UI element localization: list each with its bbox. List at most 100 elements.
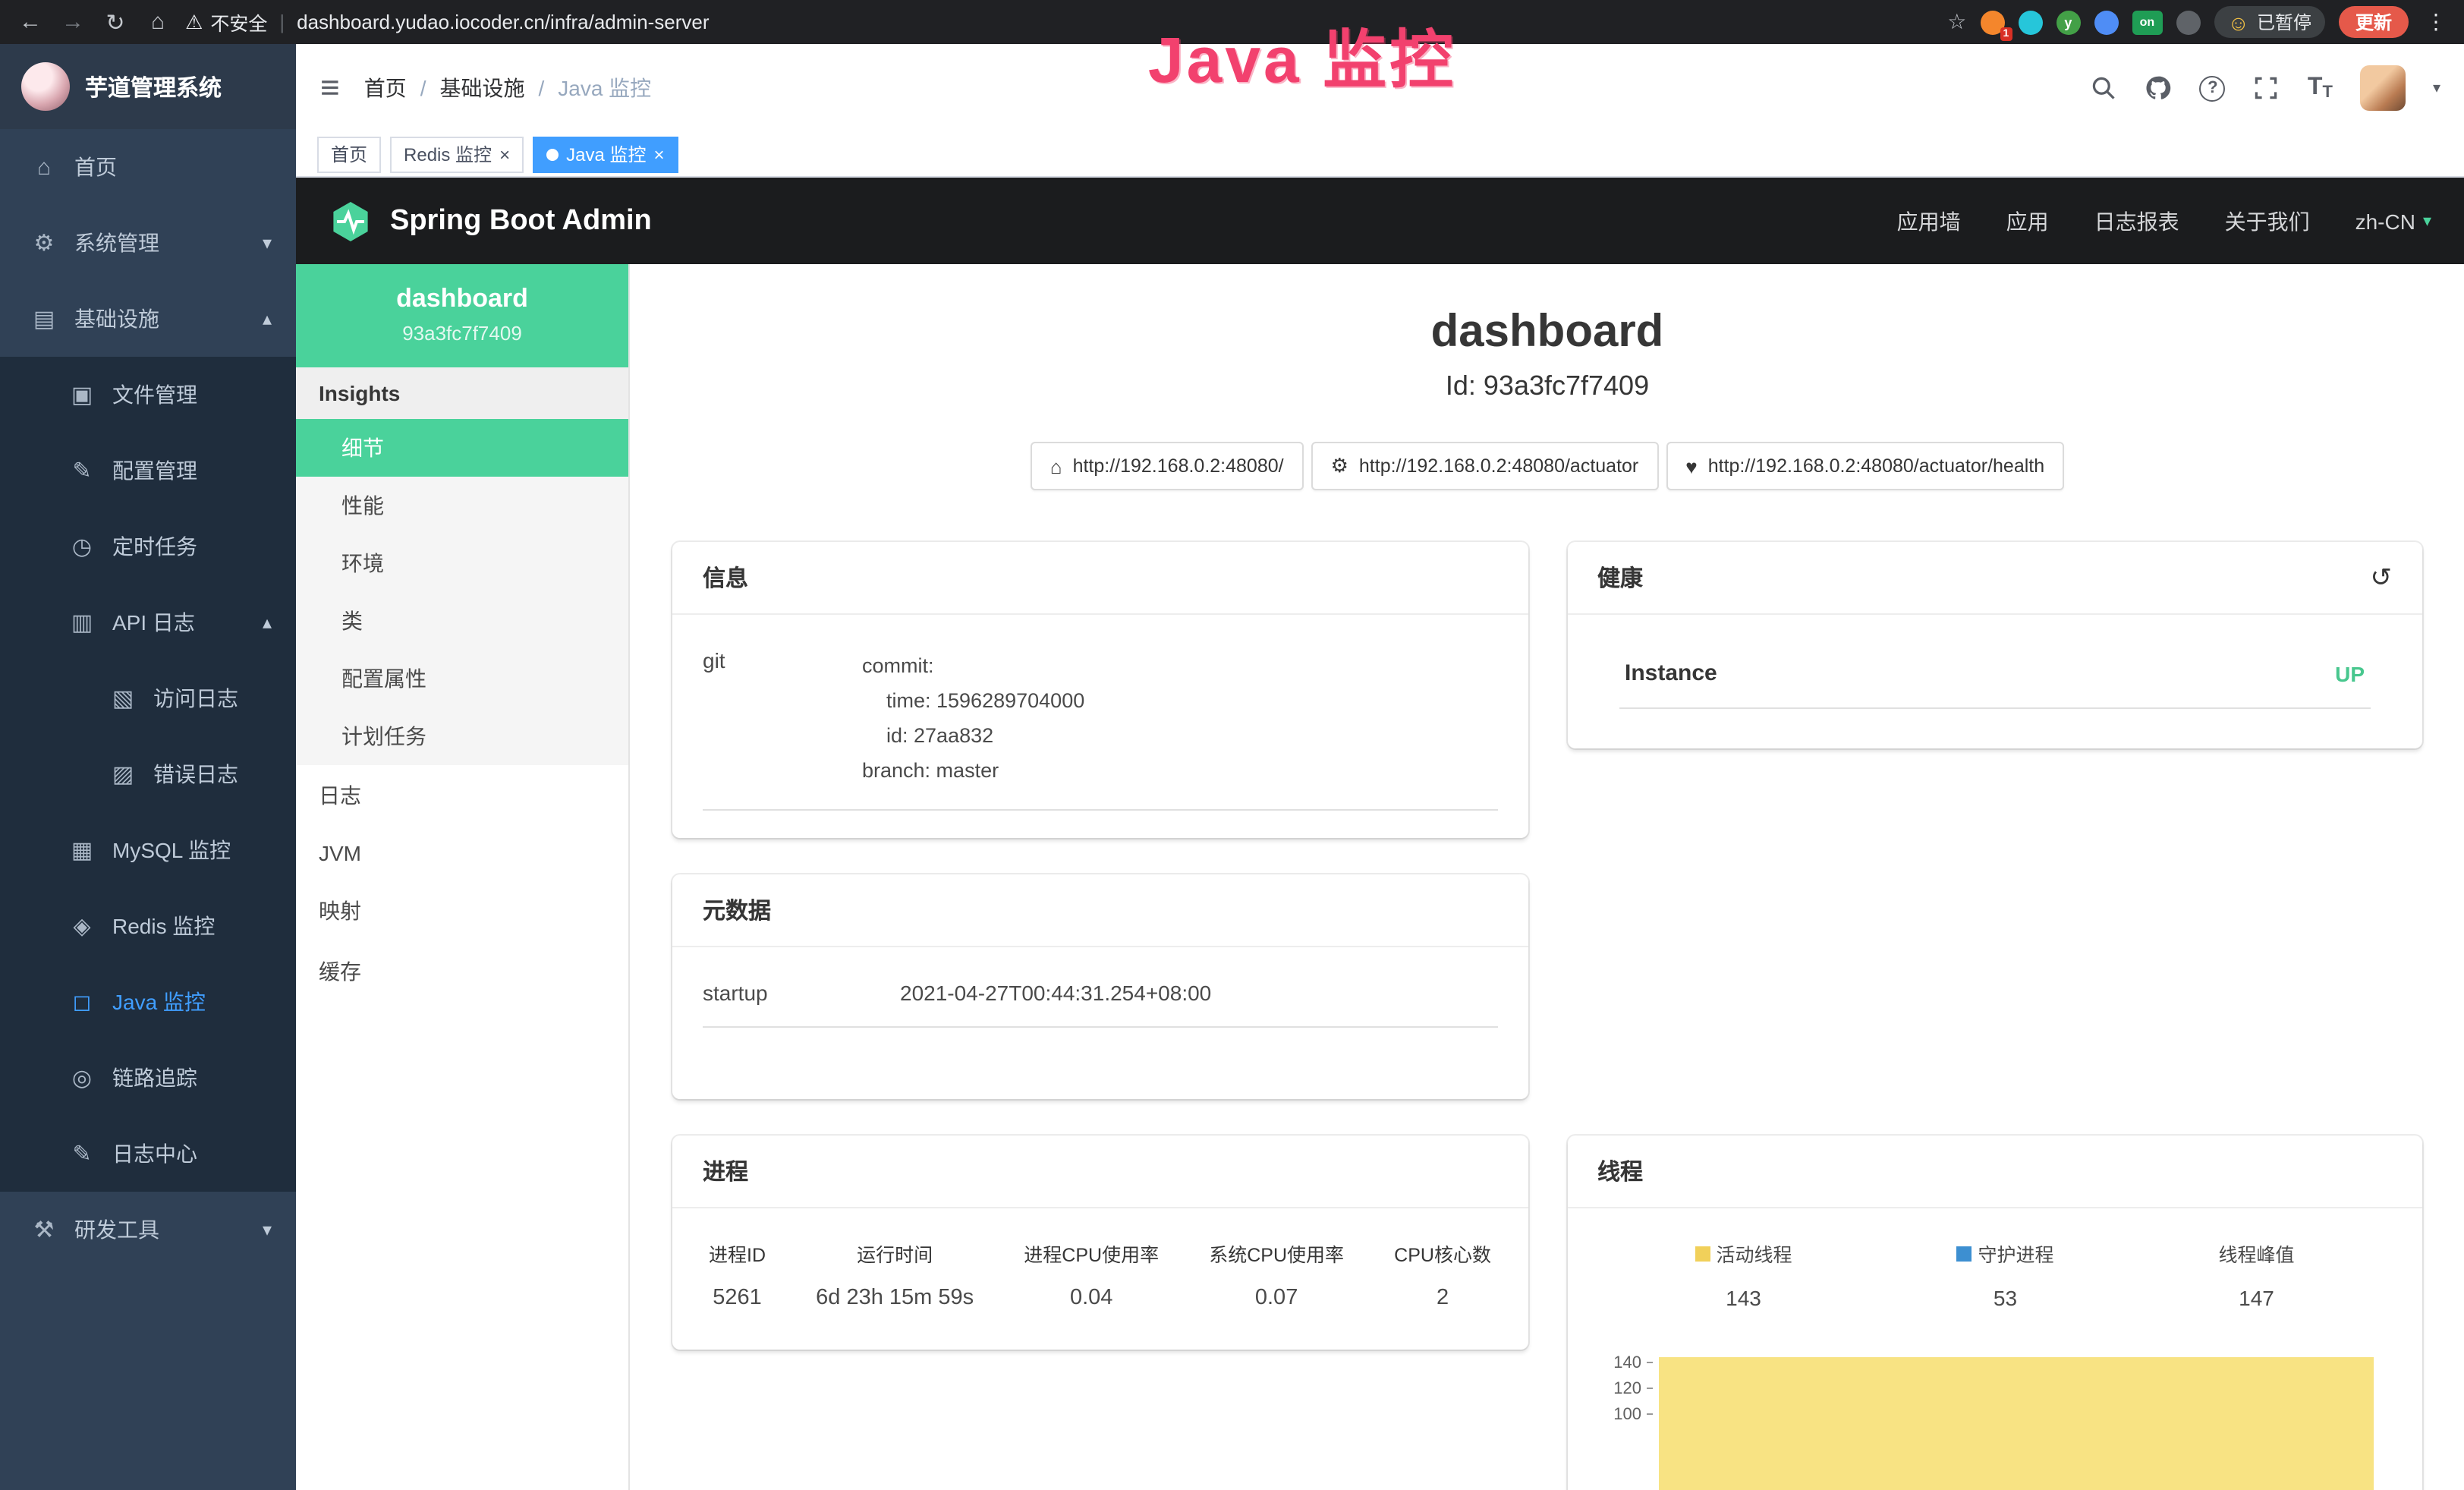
forward-icon[interactable]: → <box>58 9 88 35</box>
sidebar-item-api-log[interactable]: ▥ API 日志 ▴ <box>0 584 296 660</box>
insights-group: 细节 性能 环境 类 配置属性 计划任务 <box>296 419 628 765</box>
column-value: 2 <box>1394 1286 1491 1310</box>
sidebar-item-java-monitor[interactable]: ◻ Java 监控 <box>0 964 296 1040</box>
sba-nav-applications[interactable]: 应用 <box>2006 206 2049 236</box>
sba-language-select[interactable]: zh-CN ▾ <box>2355 209 2431 233</box>
update-button[interactable]: 更新 <box>2339 6 2409 38</box>
chart-plot-area <box>1658 1350 2392 1427</box>
breadcrumb: 首页 / 基础设施 / Java 监控 <box>364 73 652 103</box>
breadcrumb-home[interactable]: 首页 <box>364 73 407 103</box>
fullscreen-icon[interactable] <box>2253 74 2280 102</box>
service-url-button[interactable]: ⌂ http://192.168.0.2:48080/ <box>1031 442 1304 490</box>
sba-nav-about[interactable]: 关于我们 <box>2225 206 2310 236</box>
sidebar-item-label: 链路追踪 <box>112 1063 197 1093</box>
extension-blue-icon[interactable] <box>2094 10 2118 34</box>
security-chip[interactable]: ⚠ 不安全 <box>185 8 267 36</box>
sidebar-item-jobs[interactable]: ◷ 定时任务 <box>0 509 296 584</box>
address-bar[interactable]: dashboard.yudao.iocoder.cn/infra/admin-s… <box>297 11 1935 33</box>
heart-icon: ♥ <box>1685 455 1697 477</box>
pencil-icon: ✎ <box>68 1140 96 1167</box>
metadata-card: 元数据 startup 2021-04-27T00:44:31.254+08:0… <box>672 874 1528 1099</box>
sidebar-item-infra[interactable]: ▤ 基础设施 ▴ <box>0 281 296 357</box>
sidebar-item-redis[interactable]: ◈ Redis 监控 <box>0 888 296 964</box>
back-icon[interactable]: ← <box>15 9 46 35</box>
sba-menu-jvm[interactable]: JVM <box>296 826 628 880</box>
redis-icon: ◈ <box>68 912 96 940</box>
extension-orange-icon[interactable]: 1 <box>1980 10 2004 34</box>
health-url: http://192.168.0.2:48080/actuator/health <box>1708 455 2044 477</box>
sidebar-item-mysql[interactable]: ▦ MySQL 监控 <box>0 812 296 888</box>
health-card-title: 健康 <box>1597 562 1643 594</box>
sidebar-menu: ⌂ 首页 ⚙ 系统管理 ▾ ▤ 基础设施 ▴ ▣ 文件管理 <box>0 129 296 1268</box>
chrome-menu-icon[interactable]: ⋮ <box>2422 9 2450 35</box>
extension-on-icon[interactable]: on <box>2132 10 2162 34</box>
wrench-icon: ⚙ <box>1331 454 1348 478</box>
bookmark-star-icon[interactable]: ☆ <box>1947 9 1966 35</box>
sba-menu-classes[interactable]: 类 <box>296 592 628 650</box>
process-col-pid: 进程ID 5261 <box>709 1239 766 1310</box>
font-size-icon[interactable]: TT <box>2308 74 2333 102</box>
home-icon[interactable]: ⌂ <box>143 9 173 35</box>
instance-header[interactable]: dashboard 93a3fc7f7409 <box>296 264 628 367</box>
chevron-up-icon: ▴ <box>263 612 272 633</box>
sba-menu-caches[interactable]: 缓存 <box>296 941 628 1002</box>
legend-blue-swatch <box>1956 1246 1972 1261</box>
sba-logo-link[interactable]: Spring Boot Admin <box>329 200 652 242</box>
sba-menu-scheduled[interactable]: 计划任务 <box>296 707 628 765</box>
sba-nav: 应用墙 应用 日志报表 关于我们 zh-CN ▾ <box>1897 206 2431 236</box>
sba-menu-configprops[interactable]: 配置属性 <box>296 650 628 707</box>
sidebar-item-config[interactable]: ✎ 配置管理 <box>0 433 296 509</box>
column-value: 0.07 <box>1209 1286 1344 1310</box>
process-table: 进程ID 5261 运行时间 6d 23h 15m 59s <box>703 1236 1497 1322</box>
status-badge: UP <box>2335 661 2365 685</box>
sba-menu-details[interactable]: 细节 <box>296 419 628 477</box>
sba-nav-wallboard[interactable]: 应用墙 <box>1897 206 1961 236</box>
history-icon[interactable]: ↺ <box>2371 562 2393 593</box>
sidebar-item-trace[interactable]: ◎ 链路追踪 <box>0 1040 296 1116</box>
process-col-cpu: 进程CPU使用率 0.04 <box>1024 1239 1159 1310</box>
sidebar-item-label: 配置管理 <box>112 455 197 486</box>
actuator-url-button[interactable]: ⚙ http://192.168.0.2:48080/actuator <box>1311 442 1659 490</box>
reload-icon[interactable]: ↻ <box>100 8 131 36</box>
instance-name: dashboard <box>296 284 628 314</box>
sba-menu-environment[interactable]: 环境 <box>296 534 628 592</box>
close-icon[interactable]: × <box>653 145 664 163</box>
health-url-button[interactable]: ♥ http://192.168.0.2:48080/actuator/heal… <box>1666 442 2064 490</box>
extension-green-icon[interactable]: y <box>2056 10 2080 34</box>
sidebar-item-error-log[interactable]: ▨ 错误日志 <box>0 736 296 812</box>
tab-redis-monitor[interactable]: Redis 监控 × <box>390 136 524 172</box>
column-header: 系统CPU使用率 <box>1209 1239 1344 1268</box>
github-icon[interactable] <box>2145 74 2173 102</box>
sidebar-item-log-center[interactable]: ✎ 日志中心 <box>0 1116 296 1192</box>
avatar-caret-icon[interactable]: ▾ <box>2433 80 2440 96</box>
sba-menu-metrics[interactable]: 性能 <box>296 477 628 534</box>
extension-dark-icon[interactable] <box>2176 10 2200 34</box>
search-icon[interactable] <box>2091 74 2118 102</box>
logo[interactable]: 芋道管理系统 <box>0 44 296 129</box>
sidebar-item-home[interactable]: ⌂ 首页 <box>0 129 296 205</box>
breadcrumb-infra[interactable]: 基础设施 <box>439 73 524 103</box>
page-instance-id: Id: 93a3fc7f7409 <box>672 370 2422 402</box>
tab-java-monitor[interactable]: Java 监控 × <box>533 136 678 172</box>
hamburger-icon[interactable]: ≡ <box>320 68 340 108</box>
sidebar-item-label: 定时任务 <box>112 531 197 562</box>
instance-id: 93a3fc7f7409 <box>296 322 628 345</box>
sidebar-item-devtools[interactable]: ⚒ 研发工具 ▾ <box>0 1192 296 1268</box>
metadata-startup-row: startup 2021-04-27T00:44:31.254+08:00 <box>703 975 1497 1028</box>
database-icon: ▦ <box>68 836 96 864</box>
legend-live-threads: 活动线程 143 <box>1695 1239 1792 1310</box>
help-icon[interactable]: ? <box>2200 75 2226 101</box>
sidebar-item-access-log[interactable]: ▧ 访问日志 <box>0 660 296 736</box>
close-icon[interactable]: × <box>499 145 510 163</box>
extension-teal-icon[interactable] <box>2018 10 2042 34</box>
user-avatar[interactable] <box>2360 65 2406 111</box>
sidebar-item-label: 系统管理 <box>74 228 159 258</box>
sba-menu-mappings[interactable]: 映射 <box>296 880 628 941</box>
sidebar-item-files[interactable]: ▣ 文件管理 <box>0 357 296 433</box>
paused-badge[interactable]: ☺ 已暂停 <box>2214 6 2325 38</box>
tab-home[interactable]: 首页 <box>317 136 381 172</box>
threads-chart: 140 120 100 <box>1597 1350 2392 1427</box>
sba-menu-logs[interactable]: 日志 <box>296 765 628 826</box>
sba-nav-journal[interactable]: 日志报表 <box>2094 206 2179 236</box>
sidebar-item-system[interactable]: ⚙ 系统管理 ▾ <box>0 205 296 281</box>
